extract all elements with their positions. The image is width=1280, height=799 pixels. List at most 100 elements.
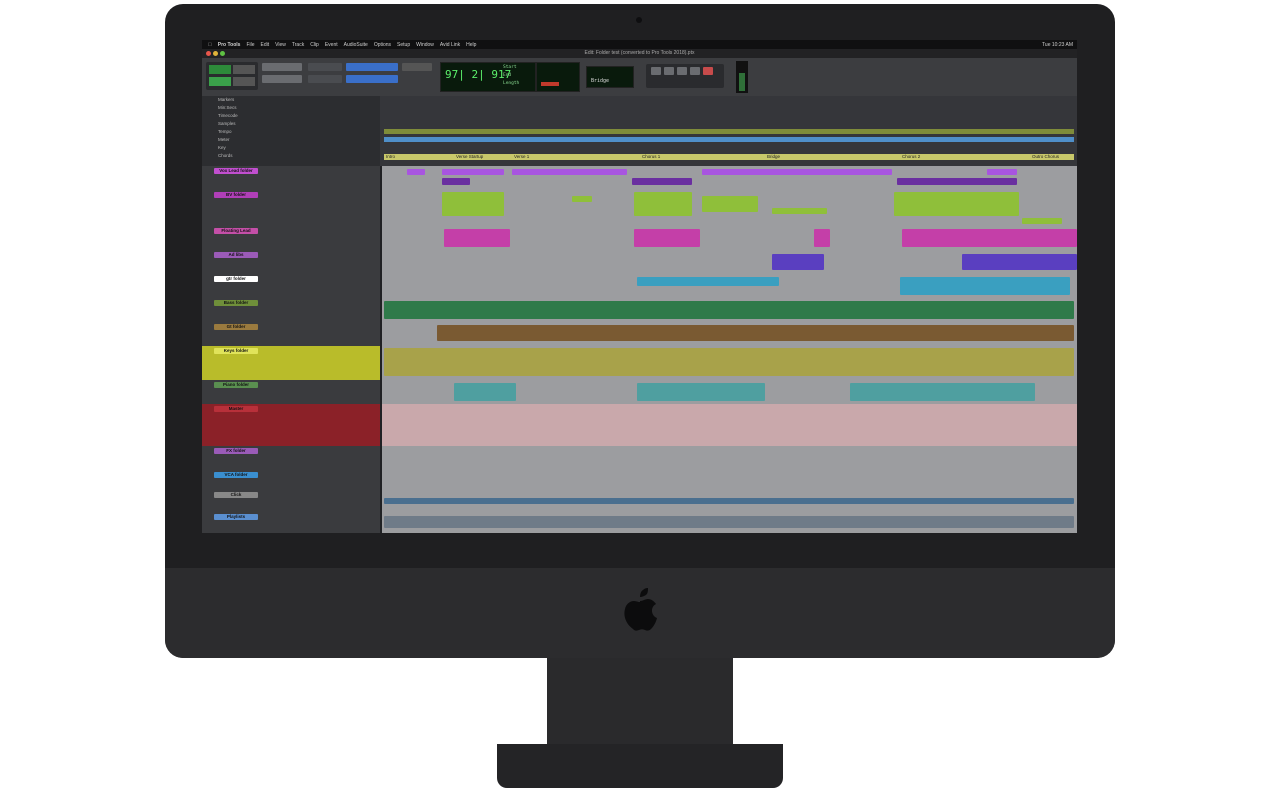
clip[interactable] [702,169,892,175]
menu-item[interactable]: Track [292,42,304,48]
track-name[interactable]: Piano folder [214,382,258,388]
zoomer-tool[interactable] [308,63,342,71]
clip[interactable] [902,229,1077,247]
clip[interactable] [637,383,765,401]
marker[interactable]: Outro Chorus [1032,154,1059,159]
track-name[interactable]: VCA folder [214,472,258,478]
zoom-buttons[interactable] [262,63,302,71]
clip[interactable] [444,229,510,247]
track-name[interactable]: Playlists [214,514,258,520]
grid-mode-button[interactable] [233,77,255,86]
menu-item[interactable]: Edit [261,42,270,48]
track-header[interactable]: FX folder [202,446,380,471]
track-lane[interactable] [382,346,1077,381]
track-header[interactable]: BV folder [202,190,380,227]
track-header[interactable]: Vox Lead folder [202,166,380,191]
clip[interactable] [384,348,1074,376]
clip[interactable] [384,498,1074,504]
track-lane[interactable] [382,226,1077,251]
track-header[interactable]: Keys folder [202,346,380,381]
menu-item[interactable]: Window [416,42,434,48]
track-header[interactable]: Piano folder [202,380,380,405]
record-button[interactable] [703,67,713,75]
trim-tool[interactable] [308,75,342,83]
marker[interactable]: Verse 1 [514,154,529,159]
track-header[interactable]: Playlists [202,512,380,533]
rewind-button[interactable] [651,67,661,75]
menu-item[interactable]: AudioSuite [344,42,368,48]
track-header[interactable]: Master [202,404,380,447]
clip[interactable] [442,169,504,175]
clip[interactable] [897,178,1017,185]
track-lane[interactable] [382,380,1077,405]
track-header[interactable]: Bass folder [202,298,380,323]
menu-item[interactable]: File [246,42,254,48]
clip[interactable] [407,169,425,175]
grabber-tool[interactable] [402,63,432,71]
track-header[interactable]: Ad libs [202,250,380,275]
clip[interactable] [772,254,824,270]
main-counter[interactable]: 97| 2| 917 Start End Length [440,62,536,92]
marker[interactable]: Chorus 1 [642,154,660,159]
clip[interactable] [1022,218,1062,224]
menu-item[interactable]: Options [374,42,391,48]
view-buttons[interactable] [262,75,302,83]
play-button[interactable] [677,67,687,75]
track-name[interactable]: BV folder [214,192,258,198]
menu-item[interactable]: Event [325,42,338,48]
track-lane[interactable] [382,298,1077,323]
clip[interactable] [442,192,504,216]
clip[interactable] [442,178,470,185]
clip[interactable] [437,325,1074,341]
track-name[interactable]: Bass folder [214,300,258,306]
clip[interactable] [637,277,779,286]
track-lane[interactable] [382,190,1077,227]
clip[interactable] [634,192,692,216]
stop-button[interactable] [664,67,674,75]
track-lane[interactable] [382,512,1077,533]
marker[interactable]: Intro [386,154,395,159]
edit-tools[interactable] [346,63,398,71]
track-header[interactable]: gtr folder [202,274,380,299]
slip-mode-button[interactable] [209,77,231,86]
clip[interactable] [850,383,1035,401]
close-icon[interactable] [206,51,211,56]
menu-item[interactable]: Setup [397,42,410,48]
menu-item[interactable]: Avid Link [440,42,460,48]
track-lane[interactable] [382,490,1077,513]
clip[interactable] [512,169,627,175]
track-lane[interactable] [382,322,1077,347]
track-header[interactable]: Floating Lead [202,226,380,251]
clip[interactable] [987,169,1017,175]
track-name[interactable]: gtr folder [214,276,258,282]
fast-forward-button[interactable] [690,67,700,75]
track-name[interactable]: FX folder [214,448,258,454]
shuffle-mode-button[interactable] [209,65,231,74]
sub-counter[interactable]: Bridge [586,66,634,88]
marker[interactable]: Chorus 2 [902,154,920,159]
clip[interactable] [772,208,827,214]
clip[interactable] [962,254,1077,270]
clip[interactable] [572,196,592,202]
marker[interactable]: Verse Startup [456,154,483,159]
menu-item[interactable]: View [275,42,286,48]
track-name[interactable]: Vox Lead folder [214,168,258,174]
minimize-icon[interactable] [213,51,218,56]
marker[interactable]: Bridge [767,154,780,159]
track-header[interactable]: Click [202,490,380,513]
track-name[interactable]: Gt folder [214,324,258,330]
track-lane[interactable] [382,250,1077,275]
clip[interactable] [384,516,1074,528]
track-lane[interactable] [382,446,1077,471]
track-lane[interactable] [382,404,1077,447]
clip[interactable] [454,383,516,401]
track-name[interactable]: Floating Lead [214,228,258,234]
track-lane[interactable] [382,274,1077,299]
zoom-icon[interactable] [220,51,225,56]
clip[interactable] [894,192,1019,216]
clip[interactable] [632,178,692,185]
clip[interactable] [384,301,1074,319]
clip[interactable] [634,229,700,247]
menu-item[interactable]: Pro Tools [218,42,241,48]
track-lane[interactable] [382,166,1077,191]
